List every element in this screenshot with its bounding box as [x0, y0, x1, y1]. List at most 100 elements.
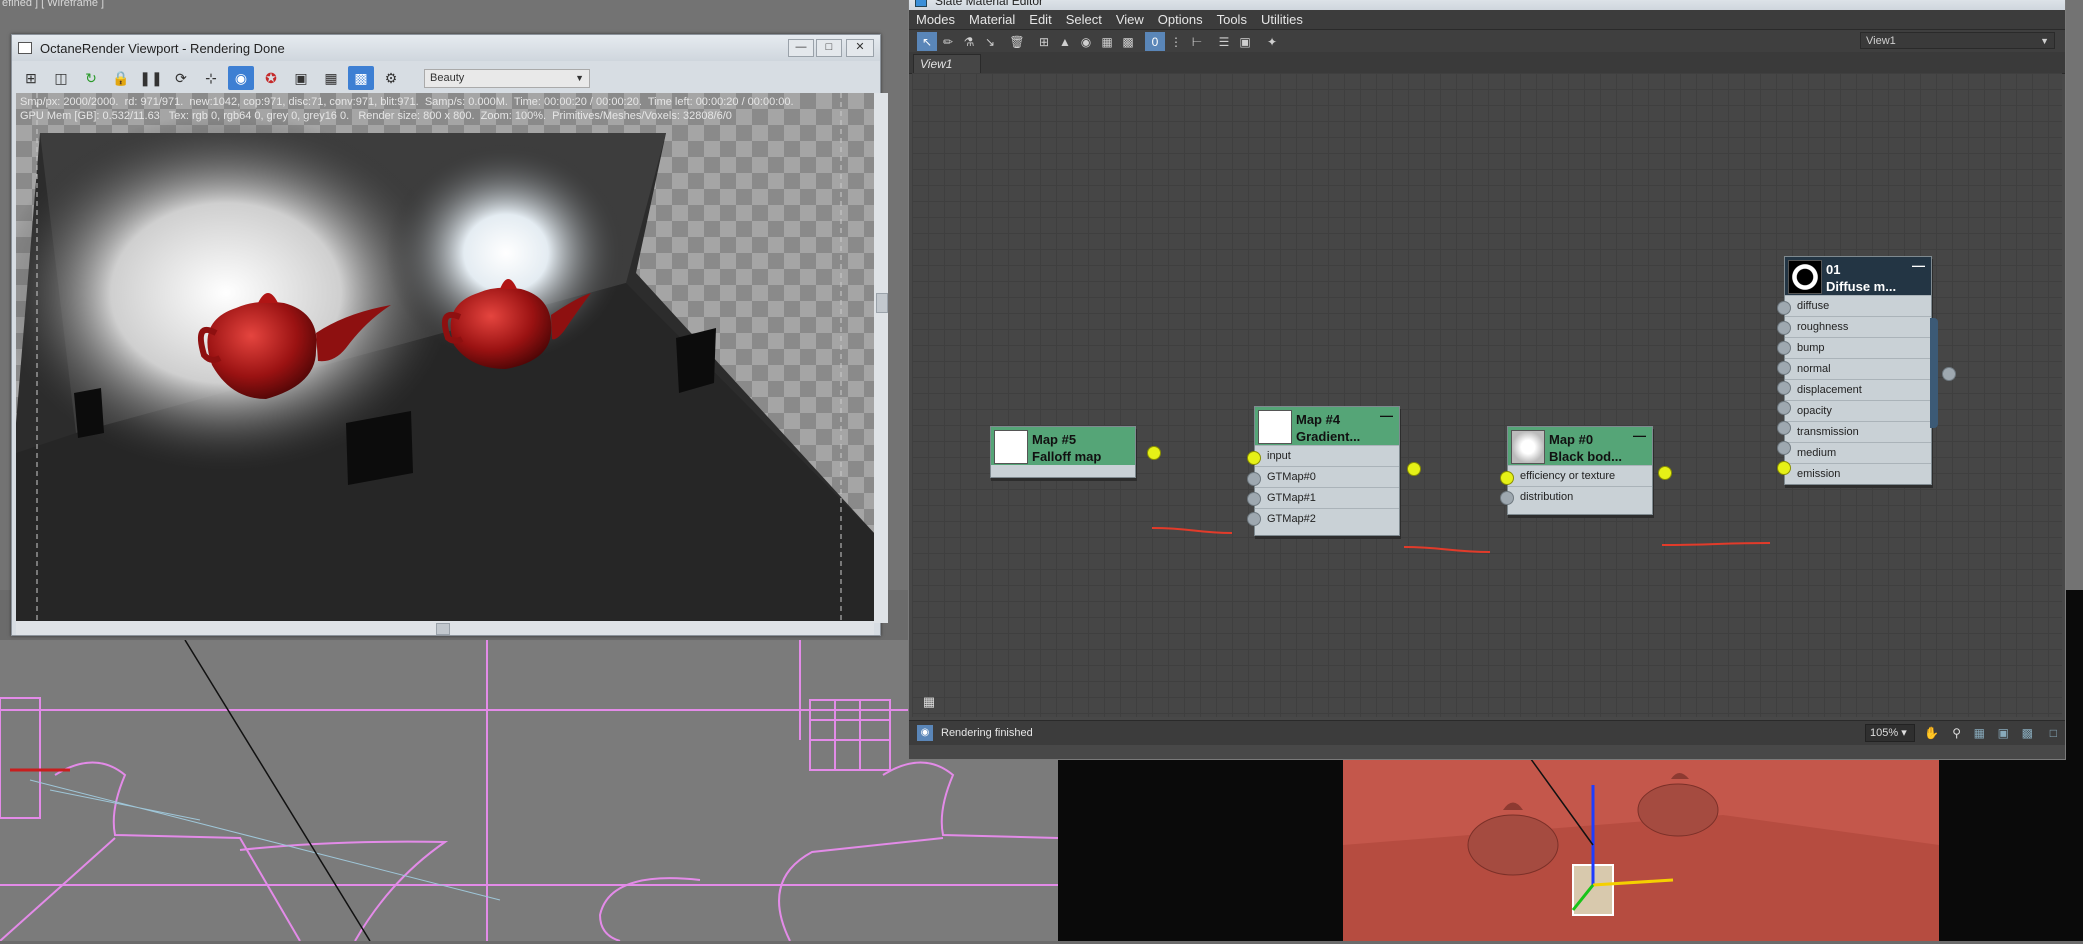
- material-map-browser-icon[interactable]: ▣: [1235, 32, 1255, 51]
- menu-view[interactable]: View: [1109, 12, 1151, 27]
- navigator-icon[interactable]: ▦: [920, 693, 938, 711]
- region-render-icon[interactable]: ▣: [288, 66, 314, 90]
- node-map5-header[interactable]: Map #5 Falloff map: [991, 427, 1135, 465]
- horizontal-scroll-thumb[interactable]: [436, 623, 450, 635]
- menu-modes[interactable]: Modes: [909, 12, 962, 27]
- maximize-view-icon[interactable]: □: [2050, 726, 2057, 740]
- pick-material-icon[interactable]: ✏: [938, 32, 958, 51]
- refresh-icon[interactable]: ⟳: [168, 66, 194, 90]
- select-tool-icon[interactable]: ↖: [917, 32, 937, 51]
- params-editor-icon[interactable]: ☰: [1214, 32, 1234, 51]
- mat01-medium-port[interactable]: [1777, 441, 1791, 455]
- background-in-preview-icon[interactable]: ▩: [1118, 32, 1138, 51]
- material-picker-icon[interactable]: ✪: [258, 66, 284, 90]
- menu-edit[interactable]: Edit: [1022, 12, 1058, 27]
- mat01-normal-port[interactable]: [1777, 361, 1791, 375]
- pan-hand-icon[interactable]: ✋: [1924, 726, 1939, 740]
- node-01-header[interactable]: 01 Diffuse m... —: [1785, 257, 1931, 295]
- move-children-icon[interactable]: ⊞: [1034, 32, 1054, 51]
- vertical-scroll-thumb[interactable]: [876, 293, 888, 313]
- close-button[interactable]: ✕: [846, 39, 874, 57]
- map5-preview-swatch: [994, 430, 1028, 464]
- tab-view1[interactable]: View1: [913, 54, 981, 73]
- status-text: Rendering finished: [941, 727, 1033, 739]
- map4-output-port[interactable]: [1407, 462, 1421, 476]
- mat01-diffuse-port[interactable]: [1777, 301, 1791, 315]
- node-map0-header[interactable]: Map #0 Black bod... —: [1508, 427, 1652, 465]
- mat01-output-port[interactable]: [1942, 367, 1956, 381]
- octane-render-view[interactable]: Smp/px: 2000/2000. rd: 971/971. new:1042…: [16, 93, 874, 623]
- select-by-material-icon[interactable]: ✦: [1262, 32, 1282, 51]
- layout-all-icon[interactable]: ⋮: [1166, 32, 1186, 51]
- mat01-bump-port[interactable]: [1777, 341, 1791, 355]
- wireframe-viewport[interactable]: [0, 639, 1059, 942]
- map5-output-port[interactable]: [1147, 446, 1161, 460]
- zoom-region-icon[interactable]: ▦: [1974, 726, 1985, 740]
- zoom-extents-icon[interactable]: ▣: [1998, 726, 2009, 740]
- pause-icon[interactable]: ❚❚: [138, 66, 164, 90]
- mat01-opacity-port[interactable]: [1777, 401, 1791, 415]
- node-map4-header[interactable]: Map #4 Gradient... —: [1255, 407, 1399, 445]
- show-map-icon[interactable]: ◉: [1076, 32, 1096, 51]
- hide-unused-icon[interactable]: ▲: [1055, 32, 1075, 51]
- horizontal-scrollbar[interactable]: [16, 621, 874, 635]
- map0-efficiency-port[interactable]: [1500, 471, 1514, 485]
- map0-output-port[interactable]: [1658, 466, 1672, 480]
- delete-icon[interactable]: 🗑: [1007, 32, 1027, 51]
- collapse-button[interactable]: —: [1633, 428, 1646, 443]
- node-01-diffuse-material[interactable]: 01 Diffuse m... — diffuse roughness bump …: [1784, 256, 1932, 485]
- material-id-icon[interactable]: 0: [1145, 32, 1165, 51]
- collapse-button[interactable]: —: [1380, 408, 1393, 423]
- node-map5-falloff[interactable]: Map #5 Falloff map: [990, 426, 1136, 478]
- node-map4-gradient[interactable]: Map #4 Gradient... — input GTMap#0 GTMap#…: [1254, 406, 1400, 536]
- slate-titlebar[interactable]: Slate Material Editor: [909, 0, 2065, 10]
- map0-type: Black bod...: [1549, 449, 1622, 464]
- node-map0-blackbody[interactable]: Map #0 Black bod... — efficiency or textu…: [1507, 426, 1653, 515]
- map0-distribution-port[interactable]: [1500, 491, 1514, 505]
- render-stats-line-1: Smp/px: 2000/2000. rd: 971/971. new:1042…: [20, 96, 794, 108]
- menu-options[interactable]: Options: [1151, 12, 1210, 27]
- lock-icon[interactable]: 🔒: [108, 66, 134, 90]
- map4-gtmap1-port[interactable]: [1247, 492, 1261, 506]
- mat01-emission-port[interactable]: [1777, 461, 1791, 475]
- mat01-roughness-port[interactable]: [1777, 321, 1791, 335]
- node-canvas[interactable]: Map #5 Falloff map Map #4 Gradient... — in…: [912, 73, 2062, 717]
- map4-gtmap0-port[interactable]: [1247, 472, 1261, 486]
- assign-material-icon[interactable]: ↘: [980, 32, 1000, 51]
- collapse-button[interactable]: —: [1912, 258, 1925, 273]
- zoom-icon[interactable]: ⚲: [1952, 726, 1961, 740]
- map4-gtmap2-port[interactable]: [1247, 512, 1261, 526]
- zoom-select[interactable]: 105% ▾: [1865, 724, 1915, 742]
- map4-name: Map #4: [1296, 412, 1341, 427]
- slate-material-editor-window[interactable]: Slate Material Editor Modes Material Edi…: [908, 0, 2066, 760]
- layout-children-icon[interactable]: ⊢: [1187, 32, 1207, 51]
- film-region-icon[interactable]: ▦: [318, 66, 344, 90]
- menu-tools[interactable]: Tools: [1210, 12, 1254, 27]
- menu-utilities[interactable]: Utilities: [1254, 12, 1310, 27]
- copy-image-icon[interactable]: ◫: [48, 66, 74, 90]
- mat01-displacement-port[interactable]: [1777, 381, 1791, 395]
- map4-input-port[interactable]: [1247, 451, 1261, 465]
- mat01-transmission-port[interactable]: [1777, 421, 1791, 435]
- menu-select[interactable]: Select: [1059, 12, 1109, 27]
- minimize-button[interactable]: —: [788, 39, 814, 57]
- put-to-scene-icon[interactable]: ⚗: [959, 32, 979, 51]
- render-pass-select[interactable]: Beauty ▼: [424, 68, 590, 88]
- map4-slot-input: input: [1255, 445, 1399, 466]
- zoom-extents-selected-icon[interactable]: ▩: [2022, 726, 2033, 740]
- show-background-icon[interactable]: ▦: [1097, 32, 1117, 51]
- save-image-icon[interactable]: ⊞: [18, 66, 44, 90]
- octane-viewport-window[interactable]: OctaneRender Viewport - Rendering Done —…: [11, 34, 888, 636]
- chevron-down-icon: ▼: [575, 73, 584, 83]
- perspective-viewport[interactable]: [1343, 754, 1939, 941]
- vertical-scrollbar[interactable]: [874, 93, 888, 623]
- settings-gear-icon[interactable]: ⚙: [378, 66, 404, 90]
- view-select[interactable]: View1 ▼: [1860, 32, 2055, 49]
- maximize-button[interactable]: □: [816, 39, 842, 57]
- viewport-lock-icon[interactable]: ▩: [348, 66, 374, 90]
- focus-picker-icon[interactable]: ⊹: [198, 66, 224, 90]
- color-picker-icon[interactable]: ◉: [228, 66, 254, 90]
- restart-render-icon[interactable]: ↻: [78, 66, 104, 90]
- menu-material[interactable]: Material: [962, 12, 1022, 27]
- octane-titlebar[interactable]: OctaneRender Viewport - Rendering Done: [12, 35, 880, 61]
